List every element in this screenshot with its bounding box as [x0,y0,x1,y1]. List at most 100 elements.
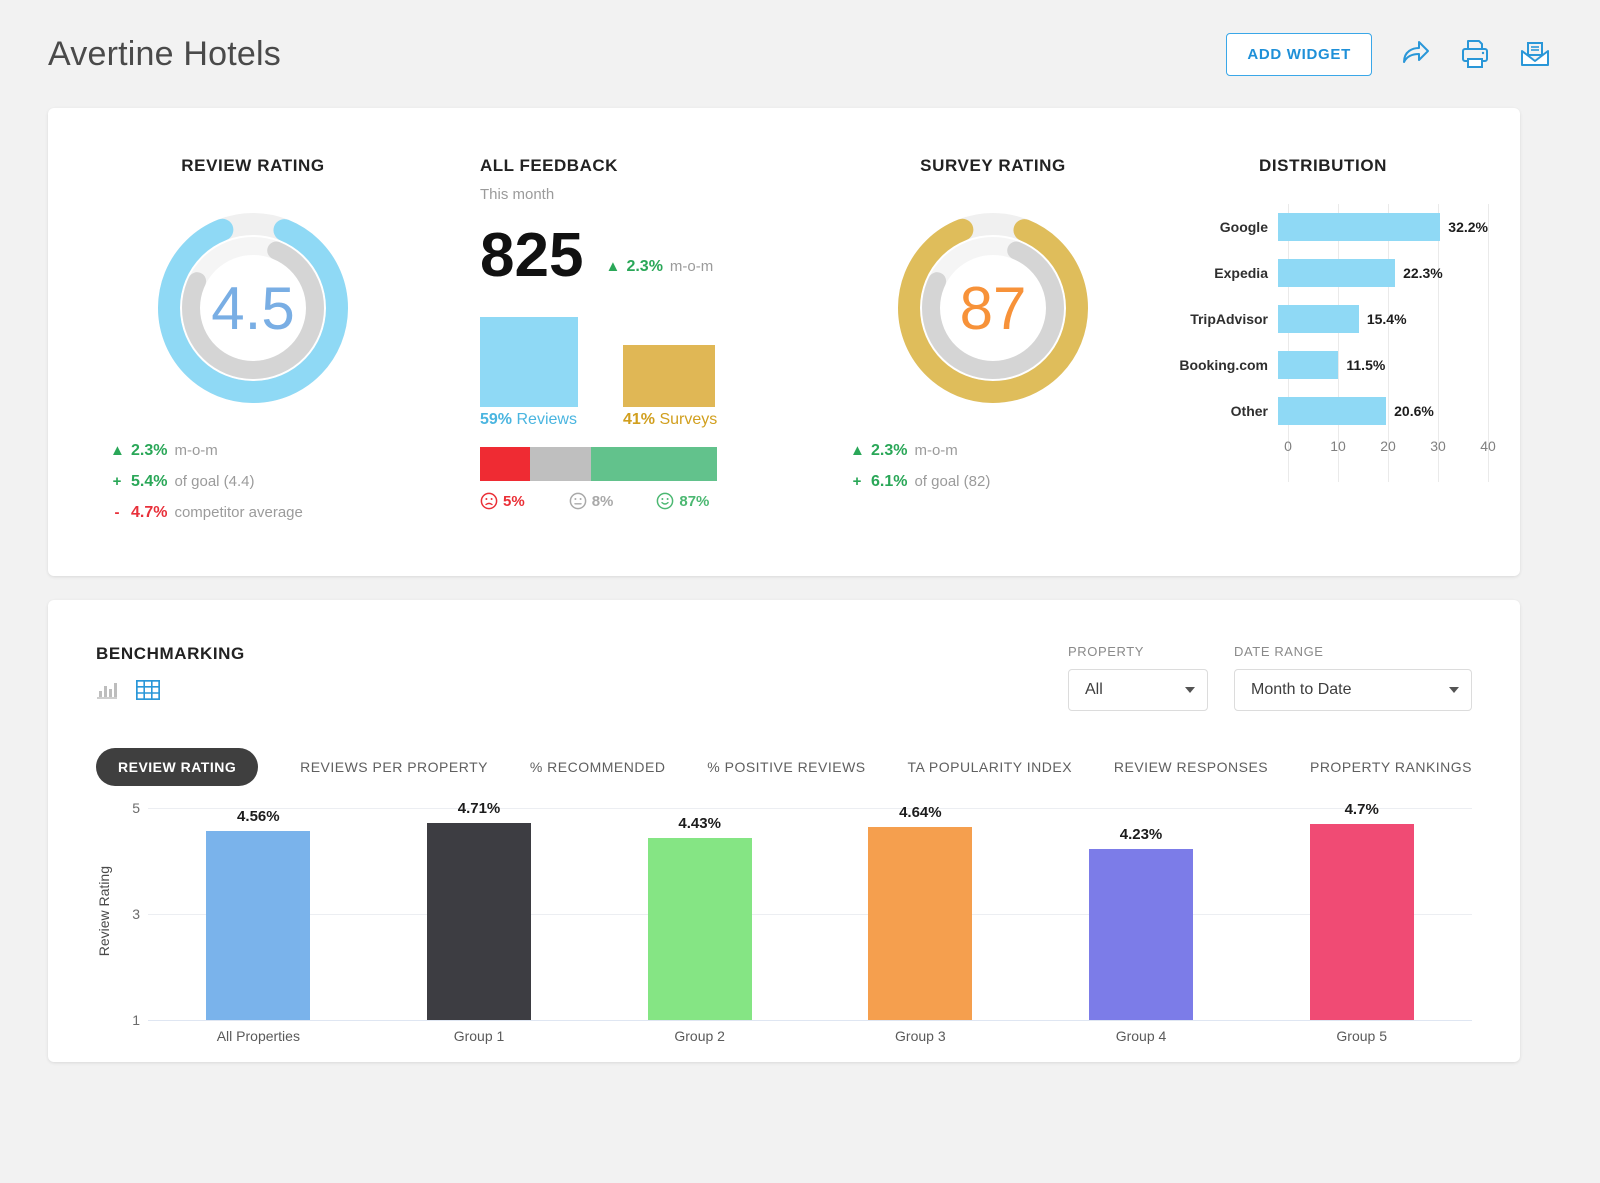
distribution-row-label: Other [1158,403,1278,419]
metric-row: - 4.7% competitor average [110,504,418,522]
benchmarking-category-label: Group 3 [810,1028,1031,1044]
benchmarking-y-ticks: 531 [118,808,140,1020]
metric-value: 6.1% [871,473,907,491]
table-view-icon[interactable] [136,680,160,705]
metric-row: + 5.4% of goal (4.4) [110,473,418,491]
benchmarking-tabs: REVIEW RATING REVIEWS PER PROPERTY % RECOM… [96,748,1472,786]
review-rating-title: REVIEW RATING [88,156,418,176]
gridline [148,1020,1472,1021]
benchmarking-bar-column: 4.43% [589,808,810,1020]
benchmarking-bar-value: 4.7% [1345,801,1379,818]
sentiment-legend: 5% 8% 87% [480,492,717,510]
email-icon[interactable] [1518,37,1552,71]
distribution-row-track: 15.4% [1278,296,1488,342]
metric-value: 2.3% [131,442,167,460]
sentiment-bar [480,447,717,481]
distribution-row-track: 22.3% [1278,250,1488,296]
distribution-rows: Google32.2%Expedia22.3%TripAdvisor15.4%B… [1158,204,1488,434]
benchmarking-bar [427,823,531,1020]
bar-chart-view-icon[interactable] [96,680,118,705]
all-feedback-total-row: 825 ▲ 2.3% m-o-m [480,225,780,287]
add-widget-button[interactable]: ADD WIDGET [1226,33,1372,76]
benchmarking-tab[interactable]: REVIEW RATING [96,748,258,786]
summary-card: REVIEW RATING 4.5 ▲ 2.3% m-o-m + [48,108,1520,576]
date-range-select-value: Month to Date [1251,681,1352,699]
distribution-row: Google32.2% [1158,204,1488,250]
benchmarking-tab[interactable]: REVIEW RESPONSES [1114,748,1268,786]
sentiment-positive-segment [591,447,717,481]
property-select-value: All [1085,681,1103,699]
all-feedback-delta: ▲ 2.3% m-o-m [605,236,713,276]
benchmarking-bar [648,838,752,1020]
all-feedback-title: ALL FEEDBACK [480,156,780,176]
survey-rating-title: SURVEY RATING [828,156,1158,176]
metric-label: of goal (4.4) [174,473,254,490]
metric-label: competitor average [174,504,302,521]
print-icon[interactable] [1458,37,1492,71]
benchmarking-tab[interactable]: % POSITIVE REVIEWS [707,748,865,786]
plus-icon: + [110,473,124,490]
survey-rating-gauge: 87 [893,208,1093,408]
review-rating-gauge: 4.5 [153,208,353,408]
distribution-row-track: 20.6% [1278,388,1488,434]
benchmarking-bar-column: 4.56% [148,808,369,1020]
distribution-bar [1278,351,1338,379]
benchmarking-tab[interactable]: % RECOMMENDED [530,748,666,786]
sentiment-neutral: 8% [569,492,614,510]
happy-face-icon [656,492,674,510]
sentiment-neutral-segment [530,447,592,481]
distribution-row-label: Google [1158,219,1278,235]
date-range-filter: DATE RANGE Month to Date [1234,644,1472,711]
benchmarking-y-axis-label: Review Rating [96,866,112,956]
benchmarking-bar-value: 4.71% [458,800,501,817]
axis-tick-label: 0 [1284,438,1292,454]
delta-value: 2.3% [626,258,662,276]
benchmarking-tab[interactable]: REVIEWS PER PROPERTY [300,748,488,786]
benchmarking-bar [1310,824,1414,1020]
metric-row: + 6.1% of goal (82) [850,473,1158,491]
property-select[interactable]: All [1068,669,1208,711]
benchmarking-bar-value: 4.64% [899,804,942,821]
axis-tick-label: 5 [132,800,140,816]
benchmarking-bar-value: 4.56% [237,808,280,825]
benchmarking-tab[interactable]: TA POPULARITY INDEX [907,748,1072,786]
benchmarking-bar-column: 4.7% [1251,808,1472,1020]
benchmarking-category-label: Group 2 [589,1028,810,1044]
benchmarking-category-label: All Properties [148,1028,369,1044]
chevron-down-icon [1185,687,1195,693]
distribution-row-track: 32.2% [1278,204,1488,250]
survey-rating-metrics: ▲ 2.3% m-o-m + 6.1% of goal (82) [828,442,1158,491]
sentiment-positive-pct: 87% [679,493,709,510]
distribution-row-label: TripAdvisor [1158,311,1278,327]
delta-label: m-o-m [670,258,713,275]
review-rating-value: 4.5 [153,208,353,408]
all-feedback-subtitle: This month [480,186,780,203]
distribution-bar [1278,213,1440,241]
plus-icon: + [850,473,864,490]
share-icon[interactable] [1398,37,1432,71]
reviews-block [480,317,578,407]
metric-label: of goal (82) [914,473,990,490]
sad-face-icon [480,492,498,510]
metric-value: 5.4% [131,473,167,491]
reviews-block-label: 59% Reviews [480,411,577,429]
benchmarking-bar-column: 4.64% [810,808,1031,1020]
survey-rating-widget: SURVEY RATING 87 ▲ 2.3% m-o-m + [828,156,1158,504]
all-feedback-widget: ALL FEEDBACK This month 825 ▲ 2.3% m-o-m… [480,156,780,510]
benchmarking-bar-column: 4.23% [1031,808,1252,1020]
review-rating-metrics: ▲ 2.3% m-o-m + 5.4% of goal (4.4) - 4.7%… [88,442,418,522]
benchmarking-title: BENCHMARKING [96,644,245,664]
metric-label: m-o-m [914,442,957,459]
benchmarking-tab[interactable]: PROPERTY RANKINGS [1310,748,1472,786]
benchmarking-view-toggle [96,680,245,705]
distribution-bar [1278,259,1395,287]
benchmarking-bar-value: 4.43% [678,815,721,832]
axis-tick-label: 1 [132,1012,140,1028]
distribution-row-label: Booking.com [1158,357,1278,373]
sentiment-negative-segment [480,447,530,481]
distribution-chart: Google32.2%Expedia22.3%TripAdvisor15.4%B… [1158,204,1488,504]
benchmarking-bar-value: 4.23% [1120,826,1163,843]
page-header: Avertine Hotels ADD WIDGET [0,0,1600,108]
reviews-label: Reviews [516,411,576,428]
date-range-select[interactable]: Month to Date [1234,669,1472,711]
